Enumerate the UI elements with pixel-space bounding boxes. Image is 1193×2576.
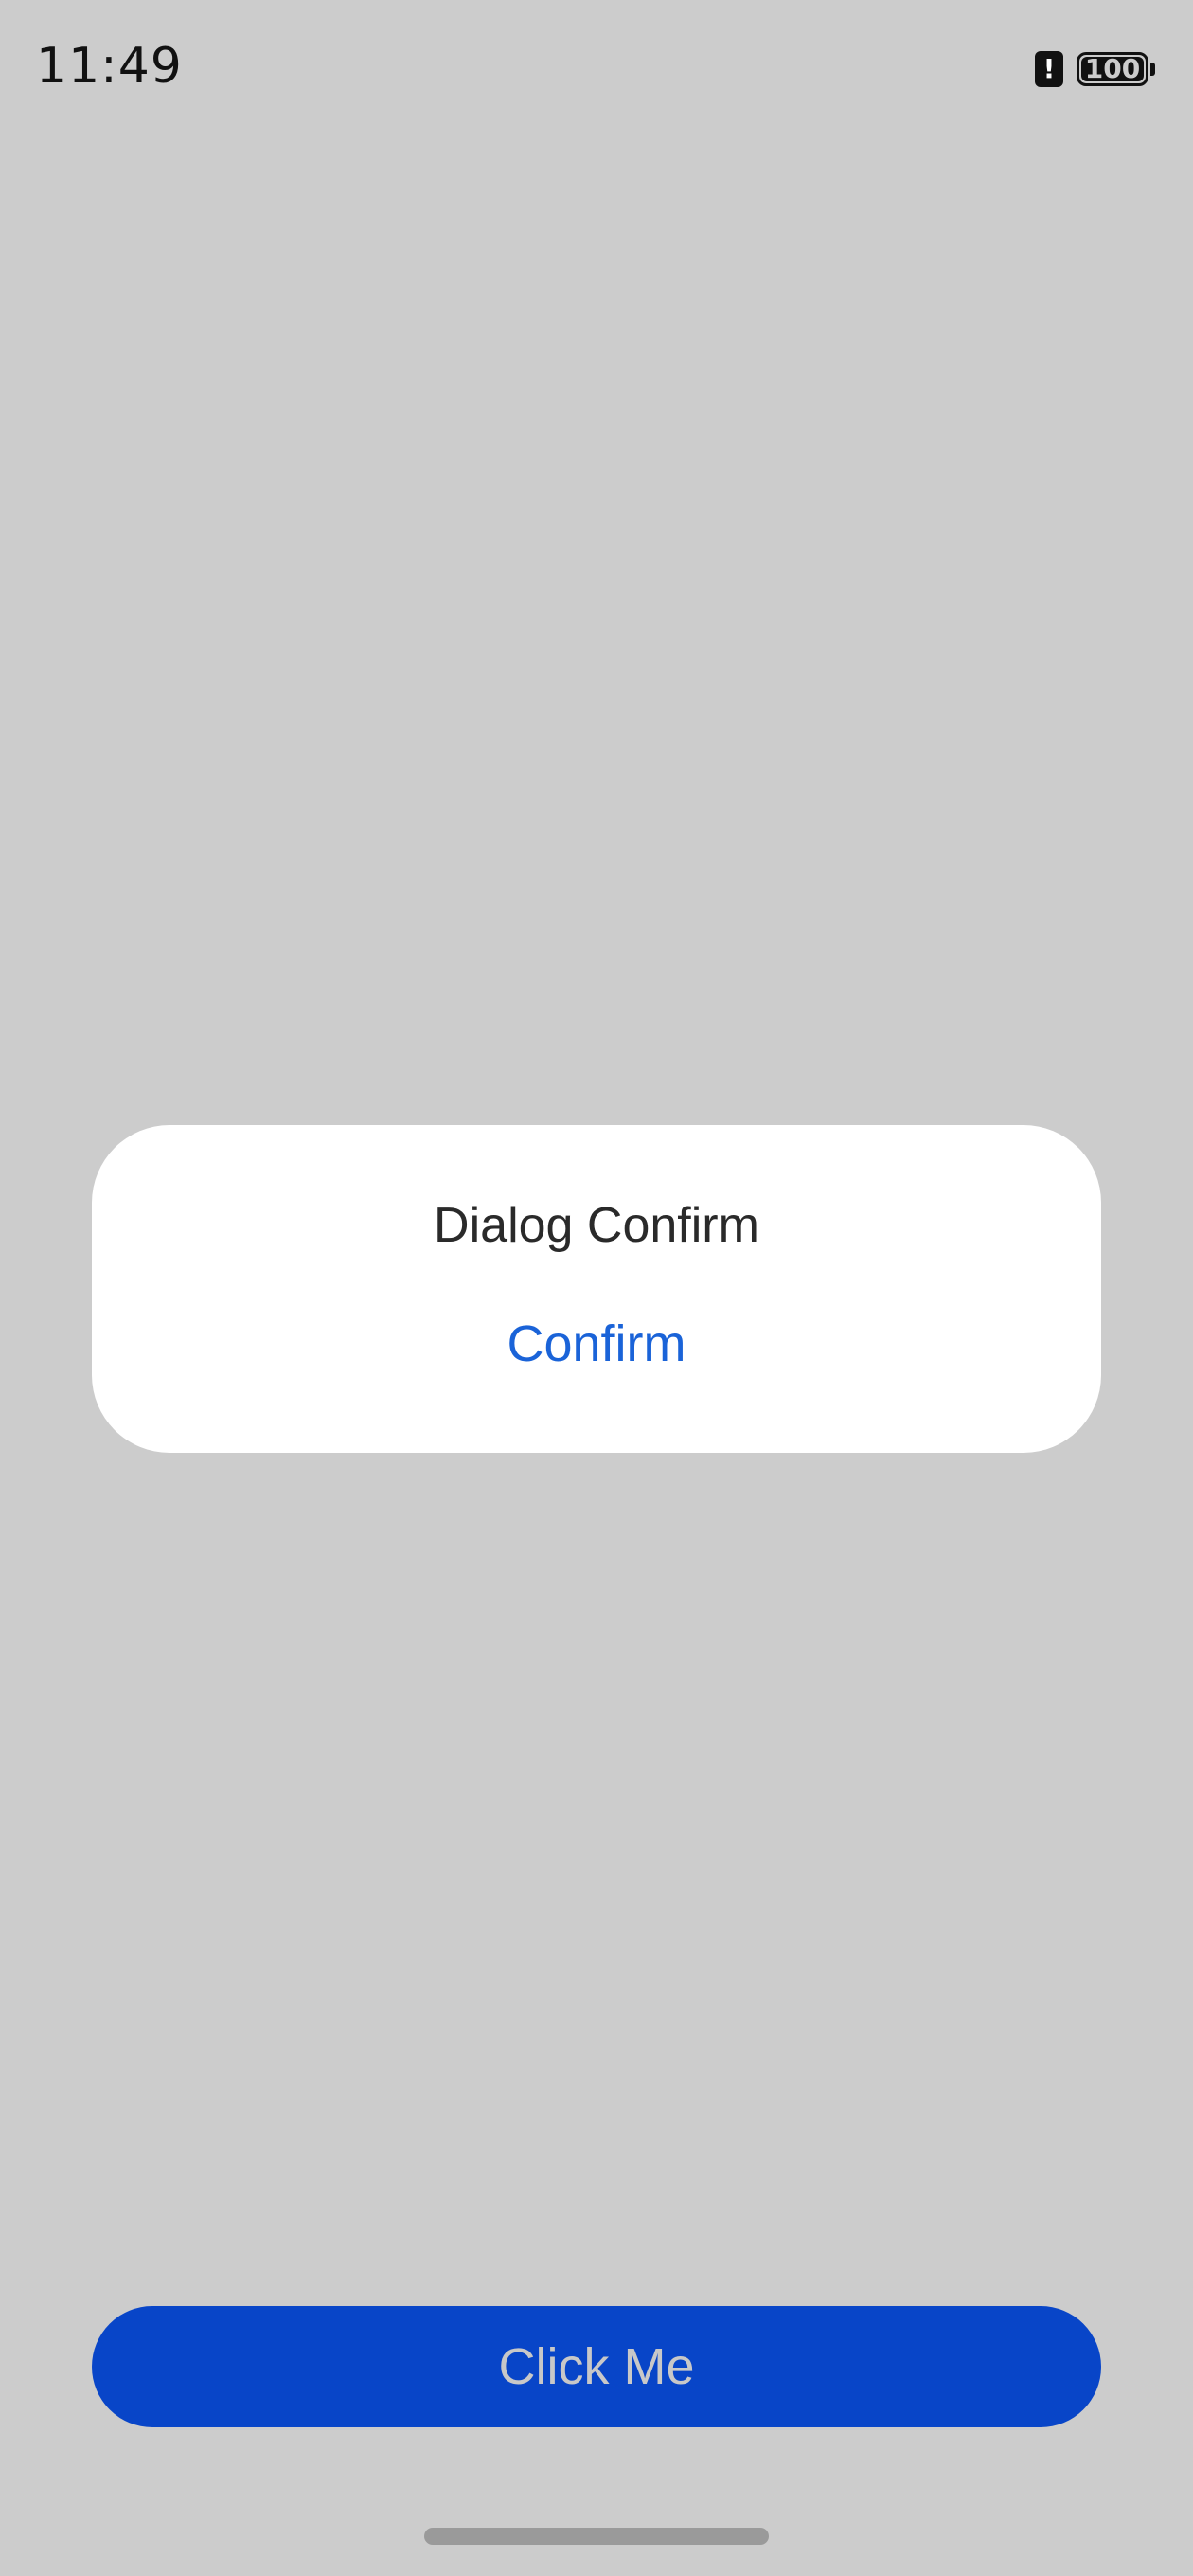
status-bar: 11:49 ! 100 <box>0 0 1193 133</box>
battery-level: 100 <box>1084 53 1141 84</box>
home-indicator[interactable] <box>424 2528 769 2545</box>
battery-icon: 100 <box>1077 52 1155 86</box>
confirm-button[interactable]: Confirm <box>454 1301 739 1386</box>
battery-body: 100 <box>1077 52 1148 86</box>
confirm-dialog: Dialog Confirm Confirm <box>92 1125 1101 1453</box>
status-time: 11:49 <box>36 38 183 95</box>
battery-tip <box>1150 63 1155 76</box>
click-me-button[interactable]: Click Me <box>92 2306 1101 2427</box>
alert-icon: ! <box>1035 51 1063 87</box>
dialog-title: Dialog Confirm <box>434 1198 759 1253</box>
battery-fill: 100 <box>1081 53 1144 84</box>
status-icons: ! 100 <box>1035 45 1155 93</box>
